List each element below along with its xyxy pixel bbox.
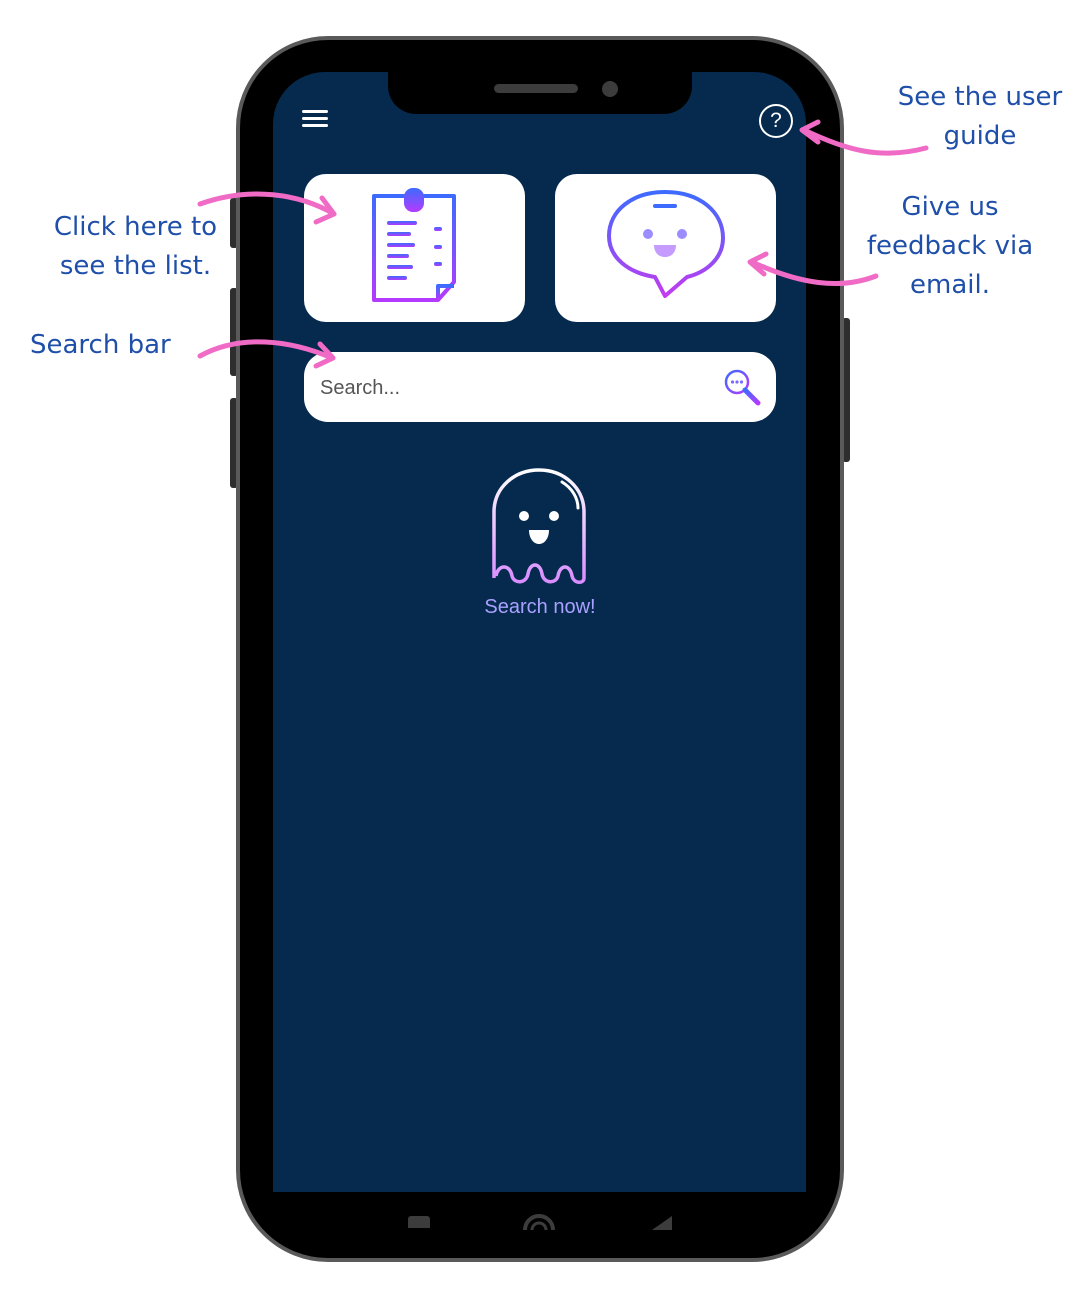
hamburger-menu-icon[interactable] [298, 104, 332, 134]
magnifier-chat-icon[interactable] [722, 367, 762, 407]
phone-notch [388, 72, 692, 114]
ghost-icon [492, 468, 586, 584]
help-glyph: ? [770, 109, 782, 132]
clipboard-list-icon [372, 188, 456, 302]
search-bar [304, 352, 776, 422]
list-card-button[interactable] [304, 174, 525, 322]
recents-button[interactable] [408, 1216, 430, 1228]
annotation-search-bar: Search bar [30, 330, 171, 360]
annotation-user-guide: See the user guide [897, 82, 1063, 151]
help-circle-icon[interactable]: ? [759, 104, 793, 138]
smiley-chat-bubble-icon [607, 190, 725, 298]
empty-state-label: Search now! [484, 596, 596, 618]
phone-speaker [494, 84, 578, 93]
annotation-list: Click here to see the list. [53, 212, 218, 281]
screenshot-stage: See the user guide Give us feedback via … [0, 0, 1080, 1304]
back-button[interactable] [648, 1212, 672, 1230]
phone-camera [602, 81, 618, 97]
feedback-card-button[interactable] [555, 174, 776, 322]
home-button[interactable] [522, 1210, 556, 1230]
search-input[interactable] [318, 368, 712, 408]
annotation-feedback: Give us feedback via email. [866, 192, 1034, 300]
